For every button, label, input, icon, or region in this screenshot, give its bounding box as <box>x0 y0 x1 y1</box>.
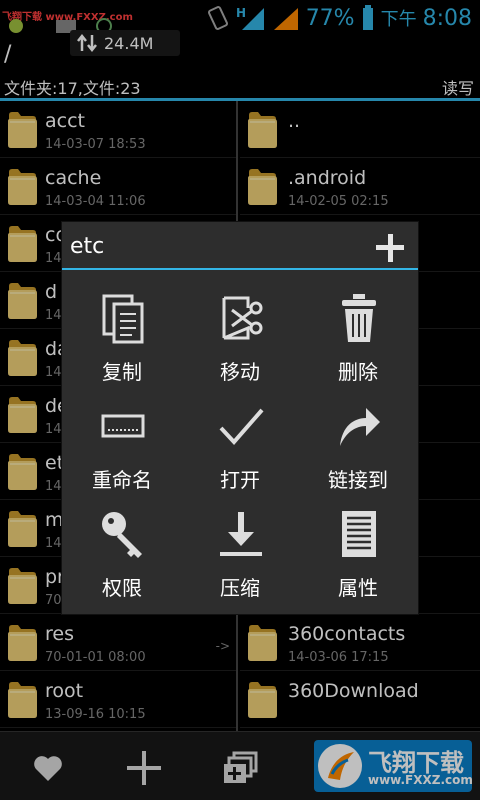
action-download-button[interactable]: 压缩 <box>181 500 299 608</box>
action-label: 复制 <box>102 360 142 384</box>
action-rename-button[interactable]: 重命名 <box>63 392 181 500</box>
cut-icon <box>218 292 264 344</box>
dialog-divider <box>62 268 418 270</box>
action-copy-button[interactable]: 复制 <box>63 284 181 392</box>
action-share-arrow-button[interactable]: 链接到 <box>299 392 417 500</box>
dialog-title: etc <box>70 234 105 259</box>
action-label: 压缩 <box>220 576 260 600</box>
trash-icon <box>336 292 382 344</box>
download-icon <box>218 508 264 560</box>
check-icon <box>218 400 264 452</box>
action-trash-button[interactable]: 删除 <box>299 284 417 392</box>
share-arrow-icon <box>336 400 382 452</box>
add-icon[interactable] <box>374 232 406 264</box>
action-label: 删除 <box>338 360 378 384</box>
action-label: 移动 <box>220 360 260 384</box>
action-label: 权限 <box>102 576 142 600</box>
key-icon <box>100 508 146 560</box>
file-actions-dialog: etc 复制 移动 删除重命名 打开 链接到权限 压缩 属性 <box>62 222 418 614</box>
copy-icon <box>100 292 146 344</box>
document-list-icon <box>336 508 382 560</box>
action-document-list-button[interactable]: 属性 <box>299 500 417 608</box>
rename-icon <box>100 400 146 452</box>
action-label: 重命名 <box>92 468 152 492</box>
action-key-button[interactable]: 权限 <box>63 500 181 608</box>
action-label: 打开 <box>220 468 260 492</box>
action-label: 链接到 <box>328 468 388 492</box>
action-check-button[interactable]: 打开 <box>181 392 299 500</box>
action-cut-button[interactable]: 移动 <box>181 284 299 392</box>
action-label: 属性 <box>338 576 378 600</box>
